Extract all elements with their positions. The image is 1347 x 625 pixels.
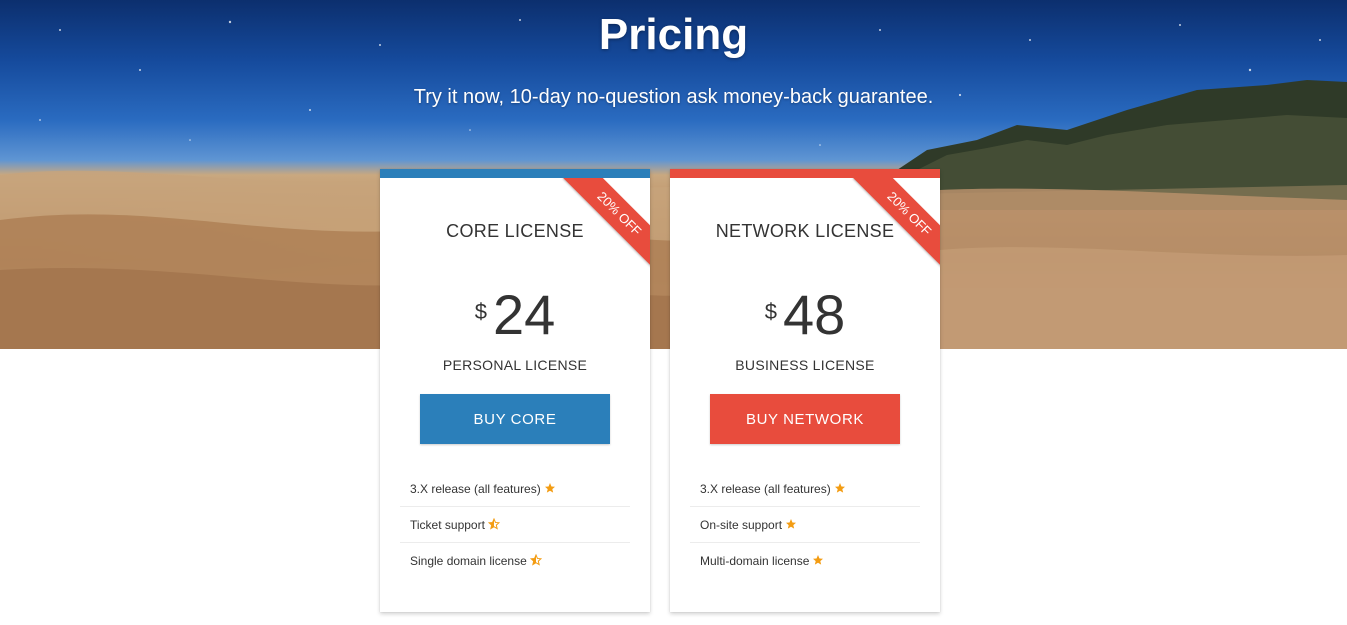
license-type: BUSINESS LICENSE: [735, 357, 875, 373]
page-title: Pricing: [598, 10, 749, 59]
feature-text: Single domain license: [410, 554, 527, 568]
feature-text: Multi-domain license: [700, 554, 810, 568]
buy-network-button[interactable]: BUY NETWORK: [710, 394, 900, 444]
price-amount: 24: [492, 283, 556, 346]
feature-text: 3.X release (all features): [410, 482, 541, 496]
star-full-icon: [834, 483, 845, 493]
plan-name: CORE LICENSE: [446, 221, 584, 241]
plan-price: $48: [670, 282, 940, 347]
star-half-icon: [487, 518, 500, 530]
discount-ribbon: 20% OFF: [853, 178, 940, 270]
pricing-page: Pricing Try it now, 10-day no-question a…: [0, 0, 1347, 625]
plan-price: $24: [380, 282, 650, 347]
page-subtitle: Try it now, 10-day no-question ask money…: [413, 86, 934, 108]
currency-symbol: $: [474, 299, 487, 324]
feature-list: 3.X release (all features) Ticket suppor…: [400, 471, 630, 579]
feature-item: 3.X release (all features): [400, 471, 630, 507]
pricing-card-network: 20% OFF NETWORK LICENSE $48 BUSINESS LIC…: [670, 169, 940, 612]
feature-text: 3.X release (all features): [700, 482, 831, 496]
currency-symbol: $: [764, 299, 777, 324]
plan-name: NETWORK LICENSE: [715, 221, 895, 241]
feature-item: Multi-domain license: [690, 543, 920, 579]
feature-item: On-site support: [690, 507, 920, 543]
buy-core-button[interactable]: BUY CORE: [420, 394, 610, 444]
star-full-icon: [544, 483, 555, 493]
feature-item: 3.X release (all features): [690, 471, 920, 507]
star-full-icon: [813, 555, 824, 565]
feature-text: Ticket support: [410, 518, 485, 532]
feature-text: On-site support: [700, 518, 783, 532]
star-full-icon: [786, 519, 797, 529]
feature-list: 3.X release (all features) On-site suppo…: [690, 471, 920, 579]
feature-item: Single domain license: [400, 543, 630, 579]
price-amount: 48: [782, 283, 846, 346]
discount-ribbon: 20% OFF: [563, 178, 650, 270]
pricing-card-core: 20% OFF CORE LICENSE $24 PERSONAL LICENS…: [380, 169, 650, 612]
license-type: PERSONAL LICENSE: [442, 357, 588, 373]
feature-item: Ticket support: [400, 507, 630, 543]
star-half-icon: [529, 554, 542, 566]
